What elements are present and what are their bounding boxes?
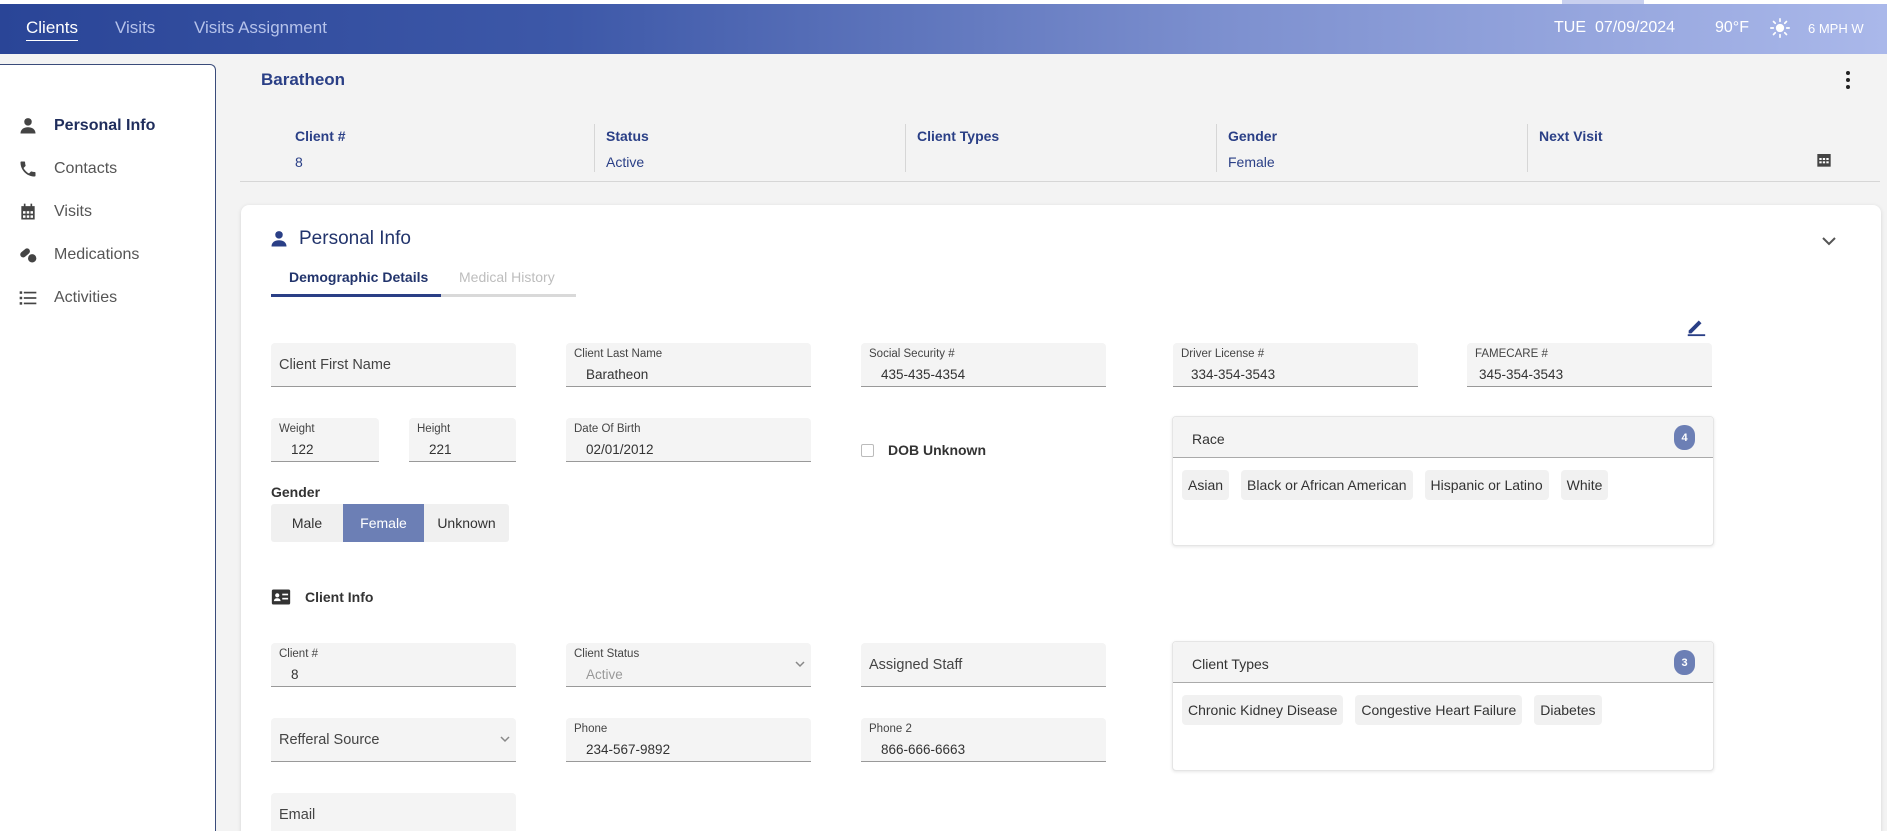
sidebar-item-label: Visits: [54, 203, 92, 220]
summary-status: Status Active: [594, 124, 904, 172]
famecare-field[interactable]: FAMECARE # 345-354-3543: [1467, 343, 1712, 387]
chevron-down-icon: [795, 661, 805, 668]
client-types-header: Client Types 3: [1173, 642, 1713, 683]
gender-label: Gender: [271, 484, 321, 500]
edit-icon[interactable]: [1685, 315, 1707, 337]
sidebar-item-activities[interactable]: Activities: [18, 284, 117, 312]
summary-divider: [240, 181, 1880, 182]
person-icon: [20, 118, 36, 134]
race-chip[interactable]: Hispanic or Latino: [1424, 470, 1549, 500]
height-field[interactable]: Height 221: [409, 418, 516, 462]
summary-client-types: Client Types: [905, 124, 1215, 172]
client-type-chip[interactable]: Congestive Heart Failure: [1355, 695, 1523, 725]
gender-female-button[interactable]: Female: [343, 504, 424, 542]
first-name-field[interactable]: Client First Name: [271, 343, 516, 387]
pills-icon: [20, 248, 37, 263]
dob-unknown[interactable]: DOB Unknown: [861, 442, 986, 458]
client-type-chip[interactable]: Chronic Kidney Disease: [1182, 695, 1344, 725]
summary-gender: Gender Female: [1216, 124, 1526, 172]
phone-field[interactable]: Phone 234-567-9892: [566, 718, 811, 762]
phone-2-field[interactable]: Phone 2 866-666-6663: [861, 718, 1106, 762]
summary-client-number: Client # 8: [295, 128, 346, 170]
race-chips: Asian Black or African American Hispanic…: [1182, 470, 1609, 500]
calendar-icon[interactable]: [1816, 152, 1832, 168]
more-options-icon[interactable]: [1840, 70, 1856, 90]
driver-license-field[interactable]: Driver License # 334-354-3543: [1173, 343, 1418, 387]
assigned-staff-field[interactable]: Assigned Staff: [861, 643, 1106, 687]
sidebar-item-label: Contacts: [54, 160, 118, 177]
dob-unknown-checkbox[interactable]: [861, 443, 874, 457]
date-label: 07/09/2024: [1595, 19, 1676, 36]
client-info-title: Client Info: [271, 588, 373, 606]
top-nav-bar: Clients Visits Visits Assignment TUE 07/…: [0, 0, 1887, 54]
email-field[interactable]: Email: [271, 793, 516, 831]
date-of-birth-field[interactable]: Date Of Birth 02/01/2012: [566, 418, 811, 462]
top-stripe-accent: [1562, 0, 1644, 4]
referral-source-select[interactable]: Refferal Source: [271, 718, 516, 762]
day-label: TUE: [1554, 19, 1586, 36]
gender-toggle: Male Female Unknown: [271, 504, 509, 542]
phone-icon: [20, 161, 36, 177]
race-chip[interactable]: White: [1560, 470, 1609, 500]
ssn-field[interactable]: Social Security # 435-435-4354: [861, 343, 1106, 387]
race-chip[interactable]: Asian: [1182, 470, 1230, 500]
personal-info-panel: Personal Info Demographic Details Medica…: [241, 205, 1881, 831]
chevron-down-icon[interactable]: [1821, 235, 1837, 247]
id-card-icon: [271, 589, 291, 605]
last-name-field[interactable]: Client Last Name Baratheon: [566, 343, 811, 387]
summary-next-visit: Next Visit: [1527, 124, 1837, 172]
nav-tab-visits-assignment[interactable]: Visits Assignment: [194, 18, 327, 38]
sidebar-item-label: Activities: [54, 289, 118, 306]
sidebar-item-visits[interactable]: Visits: [18, 198, 92, 226]
client-name: Baratheon: [261, 70, 346, 89]
gender-unknown-button[interactable]: Unknown: [424, 504, 509, 542]
client-types-chips: Chronic Kidney Disease Congestive Heart …: [1182, 695, 1602, 725]
gender-male-button[interactable]: Male: [271, 504, 343, 542]
sun-icon: [1770, 18, 1790, 38]
client-summary: Client # 8 Status Active Client Types Ge…: [284, 124, 1841, 176]
race-chip[interactable]: Black or African American: [1241, 470, 1413, 500]
weight-field[interactable]: Weight 122: [271, 418, 379, 462]
temperature-label: 90°F: [1715, 19, 1749, 36]
client-types-selector[interactable]: Client Types 3 Chronic Kidney Disease Co…: [1172, 641, 1714, 771]
list-icon: [19, 291, 37, 305]
person-icon: [271, 231, 287, 247]
wind-label: 6 MPH W: [1808, 21, 1864, 36]
race-header: Race 4: [1173, 417, 1713, 458]
race-count-badge: 4: [1674, 425, 1695, 450]
sidebar-item-label: Personal Info: [54, 117, 156, 134]
client-status-select[interactable]: Client Status Active: [566, 643, 811, 687]
sidebar-item-medications[interactable]: Medications: [18, 241, 139, 269]
sidebar-item-label: Medications: [54, 246, 140, 263]
client-type-chip[interactable]: Diabetes: [1534, 695, 1602, 725]
client-number-field[interactable]: Client # 8: [271, 643, 516, 687]
nav-tab-clients[interactable]: Clients: [26, 18, 78, 41]
tab-demographic-details[interactable]: Demographic Details: [271, 261, 441, 297]
client-types-count-badge: 3: [1674, 650, 1695, 675]
chevron-down-icon: [500, 736, 510, 743]
tab-medical-history[interactable]: Medical History: [441, 261, 576, 297]
sidebar-item-personal-info[interactable]: Personal Info: [18, 112, 155, 140]
race-selector[interactable]: Race 4 Asian Black or African American H…: [1172, 416, 1714, 546]
calendar-icon: [21, 203, 35, 220]
sidebar: Personal Info Contacts Visits Medication…: [0, 64, 216, 831]
nav-tab-visits[interactable]: Visits: [115, 18, 155, 38]
panel-title-text: Personal Info: [299, 228, 411, 249]
sidebar-item-contacts[interactable]: Contacts: [18, 155, 117, 183]
panel-title: Personal Info: [269, 228, 411, 250]
